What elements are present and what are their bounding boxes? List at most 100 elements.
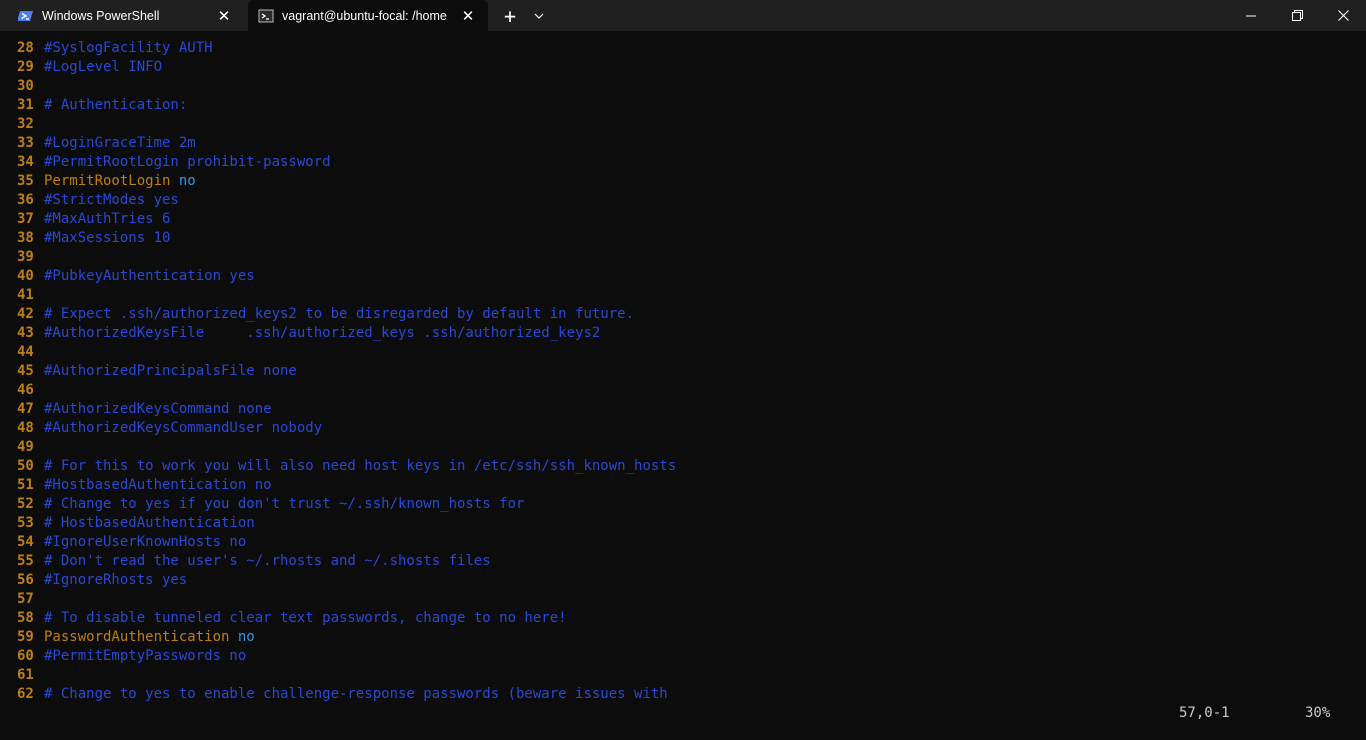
comment-text: # HostbasedAuthentication: [44, 515, 255, 531]
comment-text: #AuthorizedPrincipalsFile none: [44, 363, 297, 379]
line-number: 35: [17, 173, 34, 189]
config-key: PasswordAuthentication: [44, 629, 230, 645]
line-number: 36: [17, 192, 34, 208]
line-number: 45: [17, 363, 34, 379]
editor-line: 45 #AuthorizedPrincipalsFile none: [17, 362, 676, 381]
line-number: 29: [17, 59, 34, 75]
editor-line: 60 #PermitEmptyPasswords no: [17, 647, 676, 666]
editor-line: 58 # To disable tunneled clear text passw…: [17, 609, 676, 628]
line-number: 40: [17, 268, 34, 284]
comment-text: #LoginGraceTime 2m: [44, 135, 196, 151]
line-number: 51: [17, 477, 34, 493]
tab-label: vagrant@ubuntu-focal: /home: [282, 8, 447, 23]
line-number: 50: [17, 458, 34, 474]
line-number: 33: [17, 135, 34, 151]
editor-line: 42 # Expect .ssh/authorized_keys2 to be d…: [17, 305, 676, 324]
line-number: 60: [17, 648, 34, 664]
comment-text: #StrictModes yes: [44, 192, 179, 208]
editor-line: 48 #AuthorizedKeysCommandUser nobody: [17, 419, 676, 438]
editor-line: 35 PermitRootLogin no: [17, 172, 676, 191]
editor-line: 38 #MaxSessions 10: [17, 229, 676, 248]
comment-text: # Expect .ssh/authorized_keys2 to be dis…: [44, 306, 635, 322]
comment-text: # Change to yes to enable challenge-resp…: [44, 686, 668, 702]
comment-text: #LogLevel INFO: [44, 59, 163, 75]
comment-text: #SyslogFacility AUTH: [44, 40, 213, 56]
cursor-position: 57,0-1: [1179, 705, 1230, 721]
line-number: 43: [17, 325, 34, 341]
editor-line: 46: [17, 381, 676, 400]
chevron-down-icon[interactable]: [526, 0, 552, 31]
editor-line: 56 #IgnoreRhosts yes: [17, 571, 676, 590]
comment-text: # Don't read the user's ~/.rhosts and ~/…: [44, 553, 491, 569]
editor-line: 52 # Change to yes if you don't trust ~/.…: [17, 495, 676, 514]
editor-line: 33 #LoginGraceTime 2m: [17, 134, 676, 153]
line-number: 47: [17, 401, 34, 417]
close-tab-icon[interactable]: ✕: [212, 4, 236, 28]
comment-text: #AuthorizedKeysFile .ssh/authorized_keys…: [44, 325, 601, 341]
scroll-percent: 30%: [1305, 705, 1331, 721]
line-number: 32: [17, 116, 34, 132]
editor-line: 32: [17, 115, 676, 134]
line-number: 39: [17, 249, 34, 265]
line-number: 61: [17, 667, 34, 683]
editor-line: 34 #PermitRootLogin prohibit-password: [17, 153, 676, 172]
line-number: 38: [17, 230, 34, 246]
line-number: 59: [17, 629, 34, 645]
editor-line: 61: [17, 666, 676, 685]
editor-line: 50 # For this to work you will also need …: [17, 457, 676, 476]
line-number: 57: [17, 591, 34, 607]
new-tab-button[interactable]: +: [496, 0, 524, 31]
line-number: 42: [17, 306, 34, 322]
editor-line: 59 PasswordAuthentication no: [17, 628, 676, 647]
tab-vagrant-ubuntu[interactable]: vagrant@ubuntu-focal: /home ✕: [248, 0, 488, 31]
powershell-icon: [18, 8, 34, 24]
comment-text: #PermitRootLogin prohibit-password: [44, 154, 331, 170]
close-tab-icon[interactable]: ✕: [456, 4, 480, 28]
line-number: 58: [17, 610, 34, 626]
line-number: 34: [17, 154, 34, 170]
editor-line: 37 #MaxAuthTries 6: [17, 210, 676, 229]
editor-line: 49: [17, 438, 676, 457]
line-number: 30: [17, 78, 34, 94]
editor-line: 41: [17, 286, 676, 305]
comment-text: #PubkeyAuthentication yes: [44, 268, 255, 284]
close-window-button[interactable]: [1320, 0, 1366, 31]
line-number: 53: [17, 515, 34, 531]
editor-line: 39: [17, 248, 676, 267]
terminal-area[interactable]: 28 #SyslogFacility AUTH 29 #LogLevel INFO 30…: [0, 31, 1366, 740]
line-number: 55: [17, 553, 34, 569]
editor-line: 43 #AuthorizedKeysFile .ssh/authorized_ke…: [17, 324, 676, 343]
line-number: 44: [17, 344, 34, 360]
comment-text: #PermitEmptyPasswords no: [44, 648, 247, 664]
tab-windows-powershell[interactable]: Windows PowerShell ✕: [6, 0, 244, 31]
line-number: 46: [17, 382, 34, 398]
config-value: no: [237, 629, 255, 645]
editor-lines: 28 #SyslogFacility AUTH 29 #LogLevel INFO 30…: [17, 39, 676, 704]
restore-button[interactable]: [1274, 0, 1320, 31]
comment-text: # Authentication:: [44, 97, 188, 113]
config-key: PermitRootLogin: [44, 173, 171, 189]
line-number: 62: [17, 686, 34, 702]
editor-line: 31 # Authentication:: [17, 96, 676, 115]
comment-text: #IgnoreUserKnownHosts no: [44, 534, 247, 550]
comment-text: # For this to work you will also need ho…: [44, 458, 677, 474]
minimize-button[interactable]: [1228, 0, 1274, 31]
editor-line: 55 # Don't read the user's ~/.rhosts and …: [17, 552, 676, 571]
comment-text: #AuthorizedKeysCommand none: [44, 401, 272, 417]
line-number: 54: [17, 534, 34, 550]
line-number: 37: [17, 211, 34, 227]
comment-text: #AuthorizedKeysCommandUser nobody: [44, 420, 323, 436]
title-bar: Windows PowerShell ✕ vagrant@ubuntu-foca…: [0, 0, 1366, 31]
config-value: no: [178, 173, 196, 189]
editor-line: 44: [17, 343, 676, 362]
editor-line: 36 #StrictModes yes: [17, 191, 676, 210]
tab-label: Windows PowerShell: [42, 8, 160, 23]
line-number: 52: [17, 496, 34, 512]
editor-line: 51 #HostbasedAuthentication no: [17, 476, 676, 495]
editor-line: 30: [17, 77, 676, 96]
line-number: 48: [17, 420, 34, 436]
editor-line: 53 # HostbasedAuthentication: [17, 514, 676, 533]
editor-line: 29 #LogLevel INFO: [17, 58, 676, 77]
editor-line: 54 #IgnoreUserKnownHosts no: [17, 533, 676, 552]
comment-text: #HostbasedAuthentication no: [44, 477, 272, 493]
